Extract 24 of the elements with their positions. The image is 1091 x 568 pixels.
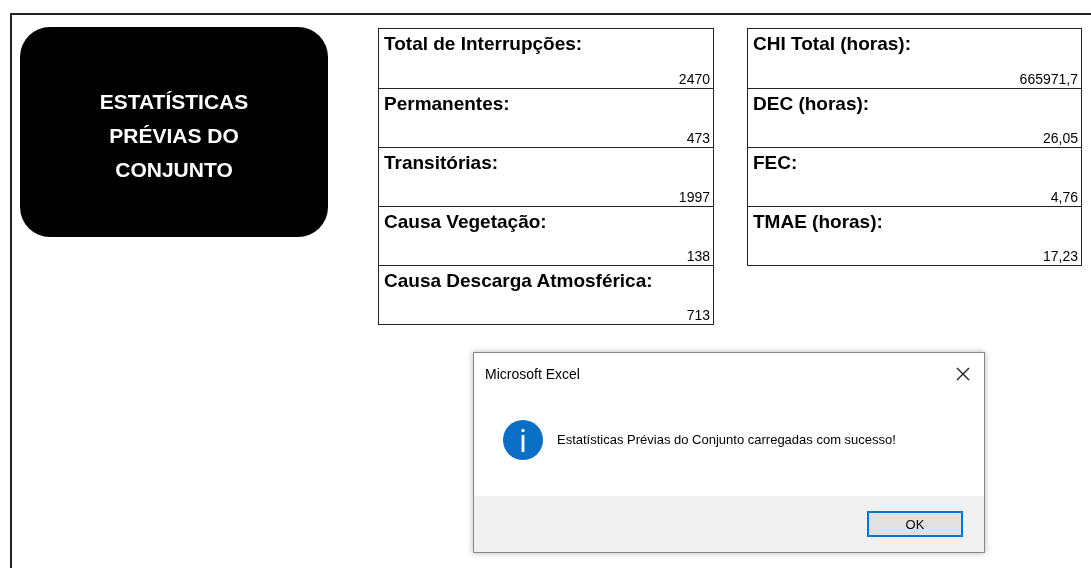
dialog-message: Estatísticas Prévias do Conjunto carregadas com sucesso!	[557, 432, 896, 447]
stat-value: 473	[686, 130, 710, 146]
stat-label: DEC (horas):	[753, 93, 870, 115]
stat-value: 138	[686, 248, 710, 264]
stat-label: Transitórias:	[384, 152, 499, 174]
stat-label: TMAE (horas):	[753, 211, 883, 233]
stat-value: 17,23	[1042, 248, 1078, 264]
card-title: ESTATÍSTICAS PRÉVIAS DO CONJUNTO	[99, 89, 249, 183]
stat-label: Causa Descarga Atmosférica:	[384, 270, 653, 292]
stat-value: 4,76	[1050, 189, 1078, 205]
dialog-title: Microsoft Excel	[485, 366, 580, 382]
stat-label: Total de Interrupções:	[384, 33, 583, 55]
stat-label: Causa Vegetação:	[384, 211, 547, 233]
close-icon[interactable]	[956, 367, 970, 381]
stat-value: 26,05	[1042, 130, 1078, 146]
stat-label: FEC:	[753, 152, 798, 174]
stat-value: 1997	[678, 189, 710, 205]
info-icon	[503, 419, 543, 460]
stat-value: 2470	[678, 71, 710, 87]
ok-button[interactable]: OK	[867, 511, 963, 537]
stat-value: 713	[686, 307, 710, 323]
stat-value: 665971,7	[1019, 71, 1078, 87]
stat-label: CHI Total (horas):	[753, 33, 911, 55]
stat-label: Permanentes:	[384, 93, 510, 115]
